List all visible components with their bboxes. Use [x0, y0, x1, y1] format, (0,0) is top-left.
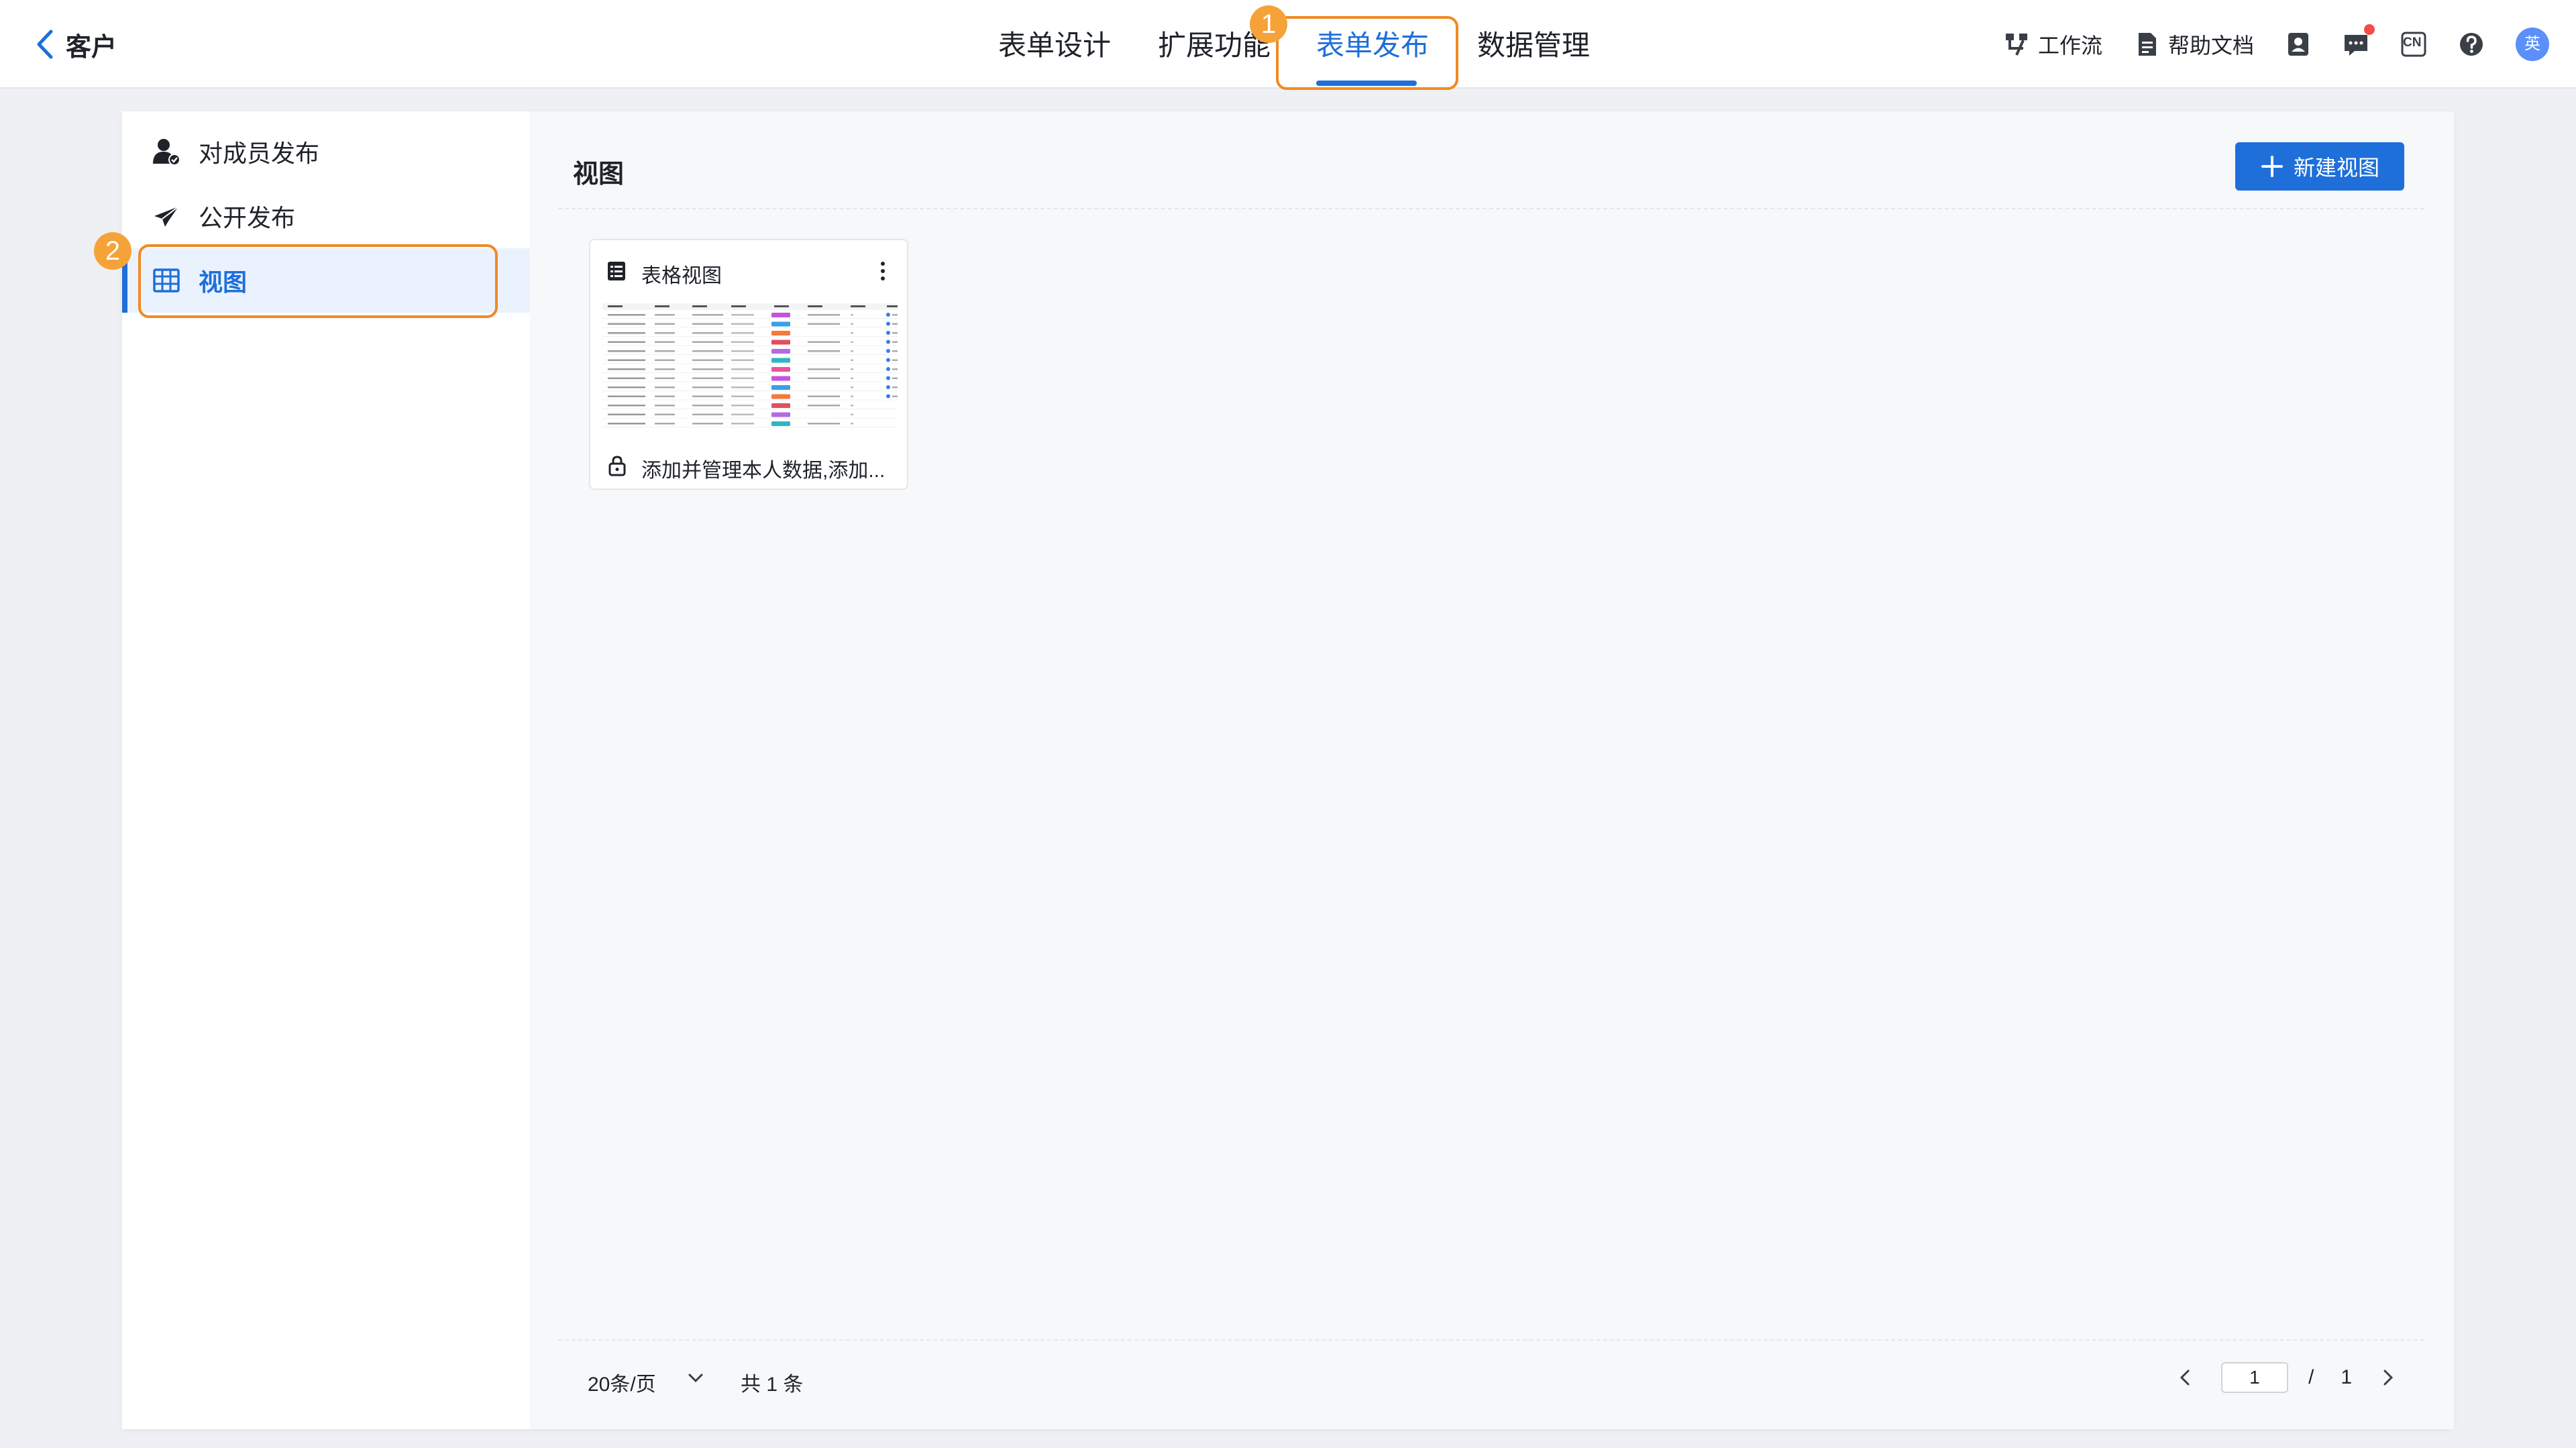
pager: / 1	[2176, 1361, 2398, 1394]
workflow-label: 工作流	[2037, 34, 2102, 58]
sidebar-item-public-publish[interactable]: 公开发布	[122, 184, 530, 248]
sidebar-item-member-publish[interactable]: 对成员发布	[122, 119, 530, 184]
list-table-icon	[608, 262, 625, 280]
view-card-footer: 添加并管理本人数据,添加...	[590, 448, 907, 482]
chevron-left-icon	[37, 30, 53, 59]
next-page-icon[interactable]	[2379, 1365, 2398, 1390]
paper-plane-icon	[154, 206, 179, 227]
help-docs-button[interactable]: 帮助文档	[2133, 29, 2254, 60]
notification-dot	[2364, 24, 2375, 35]
page-separator: /	[2308, 1366, 2314, 1388]
total-count: 共 1 条	[741, 1374, 804, 1396]
publish-sidebar: 对成员发布 公开发布 视图 2	[94, 111, 530, 1429]
back-button[interactable]: 客户	[34, 24, 117, 64]
content-inner: 视图 新建视图 表格视图 添加并管理本人数据,添加... 20条/页 共 1 条…	[558, 111, 2424, 1429]
help-button[interactable]	[2458, 31, 2485, 58]
tab-data-management[interactable]: 数据管理	[1477, 0, 1590, 89]
prev-page-icon[interactable]	[2176, 1365, 2194, 1390]
view-card[interactable]: 表格视图 添加并管理本人数据,添加...	[589, 239, 908, 490]
language-label: CN	[2403, 36, 2422, 50]
avatar: 英	[2516, 28, 2549, 61]
member-publish-icon	[153, 139, 180, 166]
new-view-button[interactable]: 新建视图	[2235, 142, 2404, 191]
more-vertical-icon[interactable]	[879, 259, 887, 283]
messages-button[interactable]	[2343, 24, 2375, 58]
contact-card-icon	[2288, 33, 2308, 56]
sidebar-item-label: 对成员发布	[199, 140, 320, 167]
sidebar-highlight-box	[138, 244, 498, 318]
tab-form-design[interactable]: 表单设计	[998, 0, 1111, 89]
user-avatar-button[interactable]: 英	[2516, 28, 2549, 61]
view-card-name: 表格视图	[641, 265, 722, 287]
view-card-description: 添加并管理本人数据,添加...	[641, 460, 885, 482]
view-card-thumbnail	[602, 303, 898, 431]
tab-highlight-box	[1276, 16, 1458, 90]
pagination-bar: 20条/页 共 1 条 / 1	[558, 1339, 2424, 1429]
total-pages: 1	[2341, 1366, 2352, 1388]
chevron-down-icon[interactable]	[686, 1370, 706, 1386]
view-card-header: 表格视图	[590, 240, 907, 301]
workflow-icon	[2005, 34, 2027, 56]
question-circle-icon	[2460, 33, 2483, 56]
top-bar: 客户 表单设计 扩展功能 表单发布 数据管理 1 工作流 帮助文档 CN 英	[0, 0, 2576, 90]
new-view-label: 新建视图	[2293, 156, 2379, 180]
sidebar-item-label: 公开发布	[199, 204, 296, 231]
help-docs-label: 帮助文档	[2167, 34, 2254, 58]
lock-icon	[608, 456, 626, 476]
chat-bubble-icon	[2345, 35, 2367, 56]
step-badge-1: 1	[1250, 5, 1287, 43]
page-title: 视图	[573, 160, 625, 189]
page-size-select[interactable]: 20条/页	[588, 1367, 656, 1397]
contacts-button[interactable]	[2285, 31, 2312, 58]
workflow-button[interactable]: 工作流	[2003, 29, 2102, 60]
language-switch-button[interactable]: CN	[2400, 31, 2427, 58]
content-header: 视图 新建视图	[558, 111, 2424, 209]
step-badge-2: 2	[94, 232, 131, 270]
document-icon	[2138, 33, 2156, 56]
app-title: 客户	[66, 33, 117, 62]
main-panel: 对成员发布 公开发布 视图 2 视图 新建视图 表格视图 添加并管理本人数据,添…	[94, 111, 2454, 1429]
plus-icon	[2261, 156, 2283, 177]
content-area: 视图 新建视图 表格视图 添加并管理本人数据,添加... 20条/页 共 1 条…	[530, 111, 2454, 1429]
header-tools: 工作流 帮助文档 CN 英	[1972, 0, 2549, 89]
page-number-input[interactable]	[2220, 1362, 2288, 1393]
